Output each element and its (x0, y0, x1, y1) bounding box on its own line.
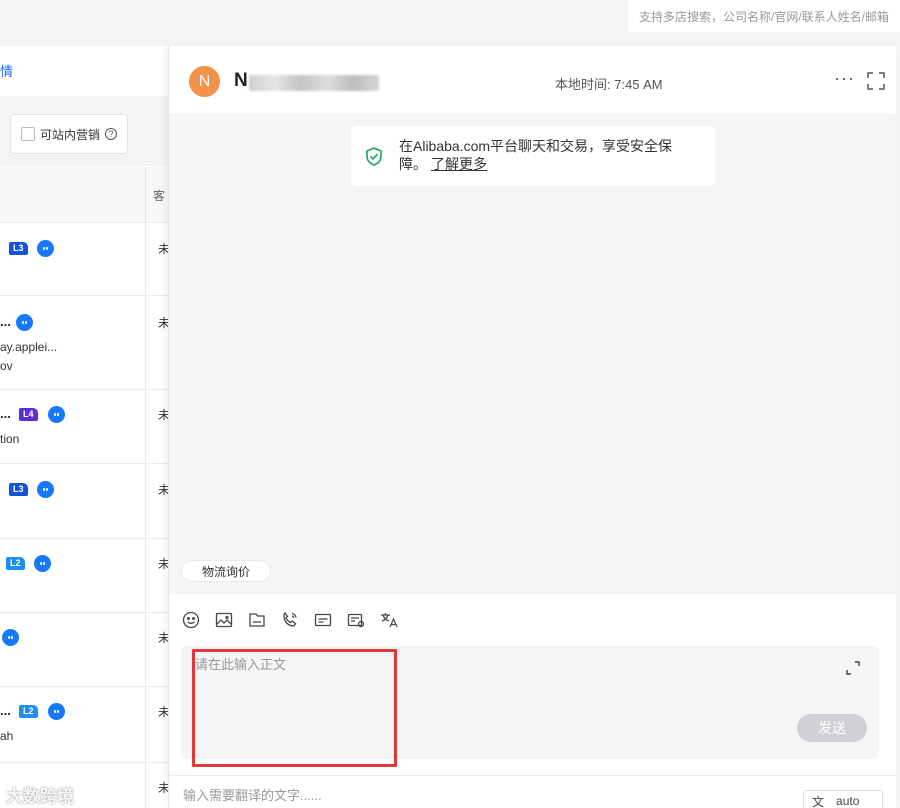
column-divider (145, 763, 146, 808)
security-notice: 在Alibaba.com平台聊天和交易，享受安全保障。 了解更多 (351, 126, 715, 186)
column-divider (145, 390, 146, 463)
chat-window: N N 本地时间: 7:45 AM ··· 在Alibaba.com平台聊天和交… (168, 46, 896, 808)
level-badge: L3 (9, 242, 28, 255)
chatbot-icon[interactable] (37, 481, 54, 498)
avatar[interactable]: N (189, 66, 220, 97)
column-divider (145, 223, 146, 295)
notice-text: 在Alibaba.com平台聊天和交易，享受安全保障。 了解更多 (399, 137, 699, 173)
level-badge: L2 (6, 557, 25, 570)
customer-name[interactable]: ... (0, 703, 11, 718)
more-options-icon[interactable]: ··· (834, 68, 855, 89)
customer-name[interactable]: ... (0, 406, 11, 421)
translate-lang-icon: 文 (812, 794, 825, 808)
chatbot-icon[interactable] (2, 629, 19, 646)
customer-company: ov (0, 359, 13, 373)
station-marketing-filter[interactable]: 可站内营销 ? (10, 114, 128, 154)
chatbot-icon[interactable] (34, 555, 51, 572)
contact-name: N (234, 70, 248, 91)
chatbot-icon[interactable] (48, 406, 65, 423)
top-bar: 支持多店搜索，公司名称/官网/联系人姓名/邮箱 (0, 0, 900, 46)
send-button[interactable]: 发送 (797, 714, 867, 742)
customer-email: ay.applei... (0, 340, 58, 354)
checkbox-label: 可站内营销 (40, 127, 101, 142)
learn-more-link[interactable]: 了解更多 (431, 156, 487, 172)
fullscreen-icon[interactable] (867, 72, 885, 90)
status-mark: 未 (158, 408, 168, 422)
local-time: 本地时间: 7:45 AM (555, 77, 663, 92)
chat-header: N N 本地时间: 7:45 AM ··· (169, 46, 896, 115)
language-value: auto (836, 794, 860, 808)
column-divider (145, 167, 146, 223)
call-icon[interactable] (280, 610, 300, 630)
global-search-input[interactable]: 支持多店搜索，公司名称/官网/联系人姓名/邮箱 (628, 0, 900, 32)
column-divider (145, 539, 146, 612)
customer-list-panel: 情 可站内营销 ? 客 L3 未 ... ay.applei... ov 未 .… (0, 46, 168, 808)
status-mark: 未 (158, 316, 168, 330)
translate-icon[interactable] (379, 610, 399, 630)
table-row[interactable]: ... L2 ah 未 (0, 687, 168, 763)
file-icon[interactable] (247, 610, 267, 630)
translation-input[interactable] (183, 788, 683, 803)
level-badge: L2 (19, 705, 38, 718)
card-icon[interactable] (313, 610, 333, 630)
table-row[interactable]: ... L4 tion 未 (0, 390, 168, 464)
status-mark: 未 (158, 781, 168, 795)
message-composer: 发送 文 auto (169, 594, 896, 808)
level-badge: L3 (9, 483, 28, 496)
column-divider (145, 613, 146, 686)
detail-link[interactable]: 情 (0, 61, 13, 80)
shield-check-icon (366, 147, 382, 166)
column-divider (145, 296, 146, 389)
chatbot-icon[interactable] (48, 703, 65, 720)
help-icon[interactable]: ? (105, 128, 118, 140)
customer-name[interactable]: ... (0, 314, 11, 329)
status-mark: 未 (158, 705, 168, 719)
language-select[interactable]: 文 auto (803, 790, 883, 808)
chatbot-icon[interactable] (37, 240, 54, 257)
translation-bar: 文 auto (169, 775, 896, 808)
redacted-name (249, 75, 379, 91)
checkbox[interactable] (21, 127, 35, 141)
customer-company: tion (0, 432, 20, 446)
table-row[interactable]: L2 未 (0, 539, 168, 613)
level-badge: L4 (19, 408, 38, 421)
table-row[interactable]: 未 (0, 613, 168, 687)
quote-icon[interactable] (346, 610, 366, 630)
image-icon[interactable] (214, 610, 234, 630)
table-row[interactable]: L3 未 (0, 223, 168, 296)
column-divider (145, 464, 146, 538)
logistics-inquiry-chip[interactable]: 物流询价 (181, 560, 272, 582)
status-mark: 未 (158, 483, 168, 497)
highlight-annotation (192, 649, 397, 767)
status-mark: 未 (158, 242, 168, 256)
collapse-icon[interactable] (845, 660, 861, 676)
column-divider (145, 687, 146, 762)
table-row[interactable]: ... ay.applei... ov 未 (0, 296, 168, 390)
emoji-icon[interactable] (181, 610, 201, 630)
status-mark: 未 (158, 557, 168, 571)
status-mark: 未 (158, 631, 168, 645)
composer-toolbar (181, 610, 399, 630)
table-row[interactable]: L3 未 (0, 464, 168, 539)
watermark: 大数跨境 (6, 787, 74, 806)
table-header: 客 (0, 167, 168, 223)
customer-company: ah (0, 729, 14, 743)
chatbot-icon[interactable] (16, 314, 33, 331)
column-header-label: 客 (153, 189, 166, 203)
